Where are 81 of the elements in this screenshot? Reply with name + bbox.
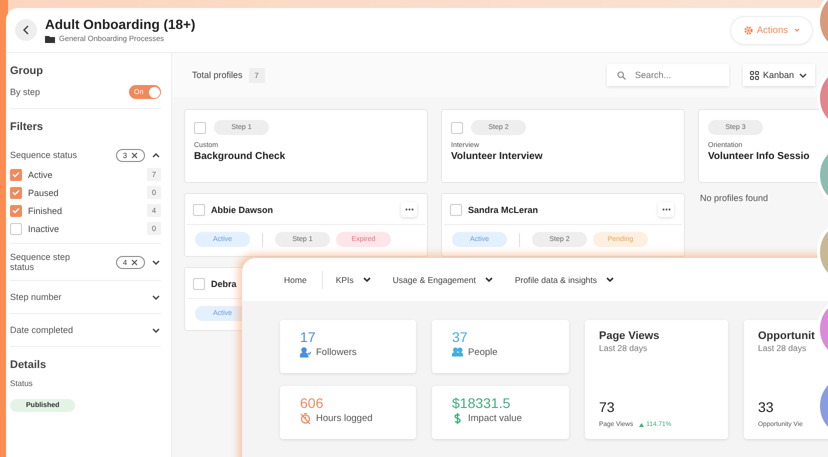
user-check-icon [300,347,311,358]
close-icon [131,258,138,266]
more-button[interactable] [658,202,674,217]
profile-name: Debra [211,278,237,288]
chevron-up-icon [151,150,161,160]
dollar-icon [452,413,463,424]
option-label: Inactive [28,224,60,234]
people-icon [452,347,463,358]
stat-label: Hours logged [316,413,373,424]
metric-title: Opportunit [758,330,816,342]
page-title: Adult Onboarding (18+) [45,17,196,32]
option-label: Active [28,170,54,180]
more-button[interactable] [401,202,417,217]
empty-message: No profiles found [699,193,770,203]
nav-menu-item[interactable]: Home [284,274,307,284]
caret-icon [798,70,808,80]
step-name: Volunteer Interview [451,151,544,162]
checkbox[interactable] [193,204,205,216]
folder-icon [45,34,55,42]
checkbox[interactable] [451,122,463,134]
profile-name: Abbie Dawson [211,204,274,214]
ellipsis-icon [662,208,670,211]
checkbox[interactable] [10,186,22,198]
stat-value: 37 [452,329,469,345]
close-icon [131,152,138,158]
total-label: Total profiles [192,70,243,80]
toggle-label: By step [10,87,40,97]
checkbox[interactable] [10,168,22,180]
stat-label: Impact value [468,413,522,424]
search-icon [616,71,626,80]
caret-icon [792,26,802,34]
filter-label: Sequence status [10,150,78,160]
section-heading: Group [10,65,44,77]
chevron-down-icon [151,326,161,334]
expand-toggle[interactable] [151,258,161,266]
checkbox[interactable] [10,204,22,216]
option-label: Finished [28,206,64,216]
option-label: Paused [28,188,60,198]
metric-title: Page Views [599,330,660,342]
field-label: Status [10,379,34,388]
stat-value: 606 [300,395,324,411]
nav-menu-item[interactable]: Usage & Engagement [392,274,494,284]
check-icon [12,171,20,178]
checkbox[interactable] [194,122,206,134]
expand-toggle[interactable] [151,292,161,302]
checkbox[interactable] [450,204,462,216]
timer-off-icon [300,413,311,424]
metric-period: Last 28 days [758,343,808,353]
up-triangle-icon [639,422,644,426]
nav-menu-item[interactable]: Profile data & insights [514,274,616,284]
view-dropdown[interactable]: Kanban [742,64,815,86]
stat-label: Followers [316,347,357,358]
expand-toggle[interactable] [151,326,161,334]
step-name: Volunteer Info Sessio [708,151,810,162]
ellipsis-icon [404,208,414,211]
filter-label: Date completed [10,325,74,335]
stat-value: $18331.5 [452,395,512,411]
gear-icon [744,26,753,34]
stat-value: 17 [300,329,317,345]
metric-value: 73 [599,399,616,415]
metric-value: 33 [758,399,775,415]
section-heading: Details [10,359,48,371]
back-icon [22,25,30,35]
grid-icon [750,70,759,80]
filter-label: Step number [10,292,63,302]
checkbox[interactable] [10,222,22,234]
checkbox[interactable] [193,278,205,290]
nav-menu-item[interactable]: KPIs [336,274,372,284]
chevron-down-icon [151,258,161,266]
filter-label: Sequence step status [10,252,72,272]
metric-period: Last 28 days [599,343,648,353]
search-field[interactable]: Search... [606,64,729,86]
step-name: Background Check [194,151,286,162]
stat-label: People [468,347,498,358]
check-icon [12,189,20,196]
section-heading: Filters [10,121,44,133]
check-icon [12,207,20,214]
expand-toggle[interactable] [151,150,161,160]
back-button[interactable] [15,19,37,41]
profile-name: Sandra McLeran [468,204,538,214]
chevron-down-icon [151,292,161,302]
